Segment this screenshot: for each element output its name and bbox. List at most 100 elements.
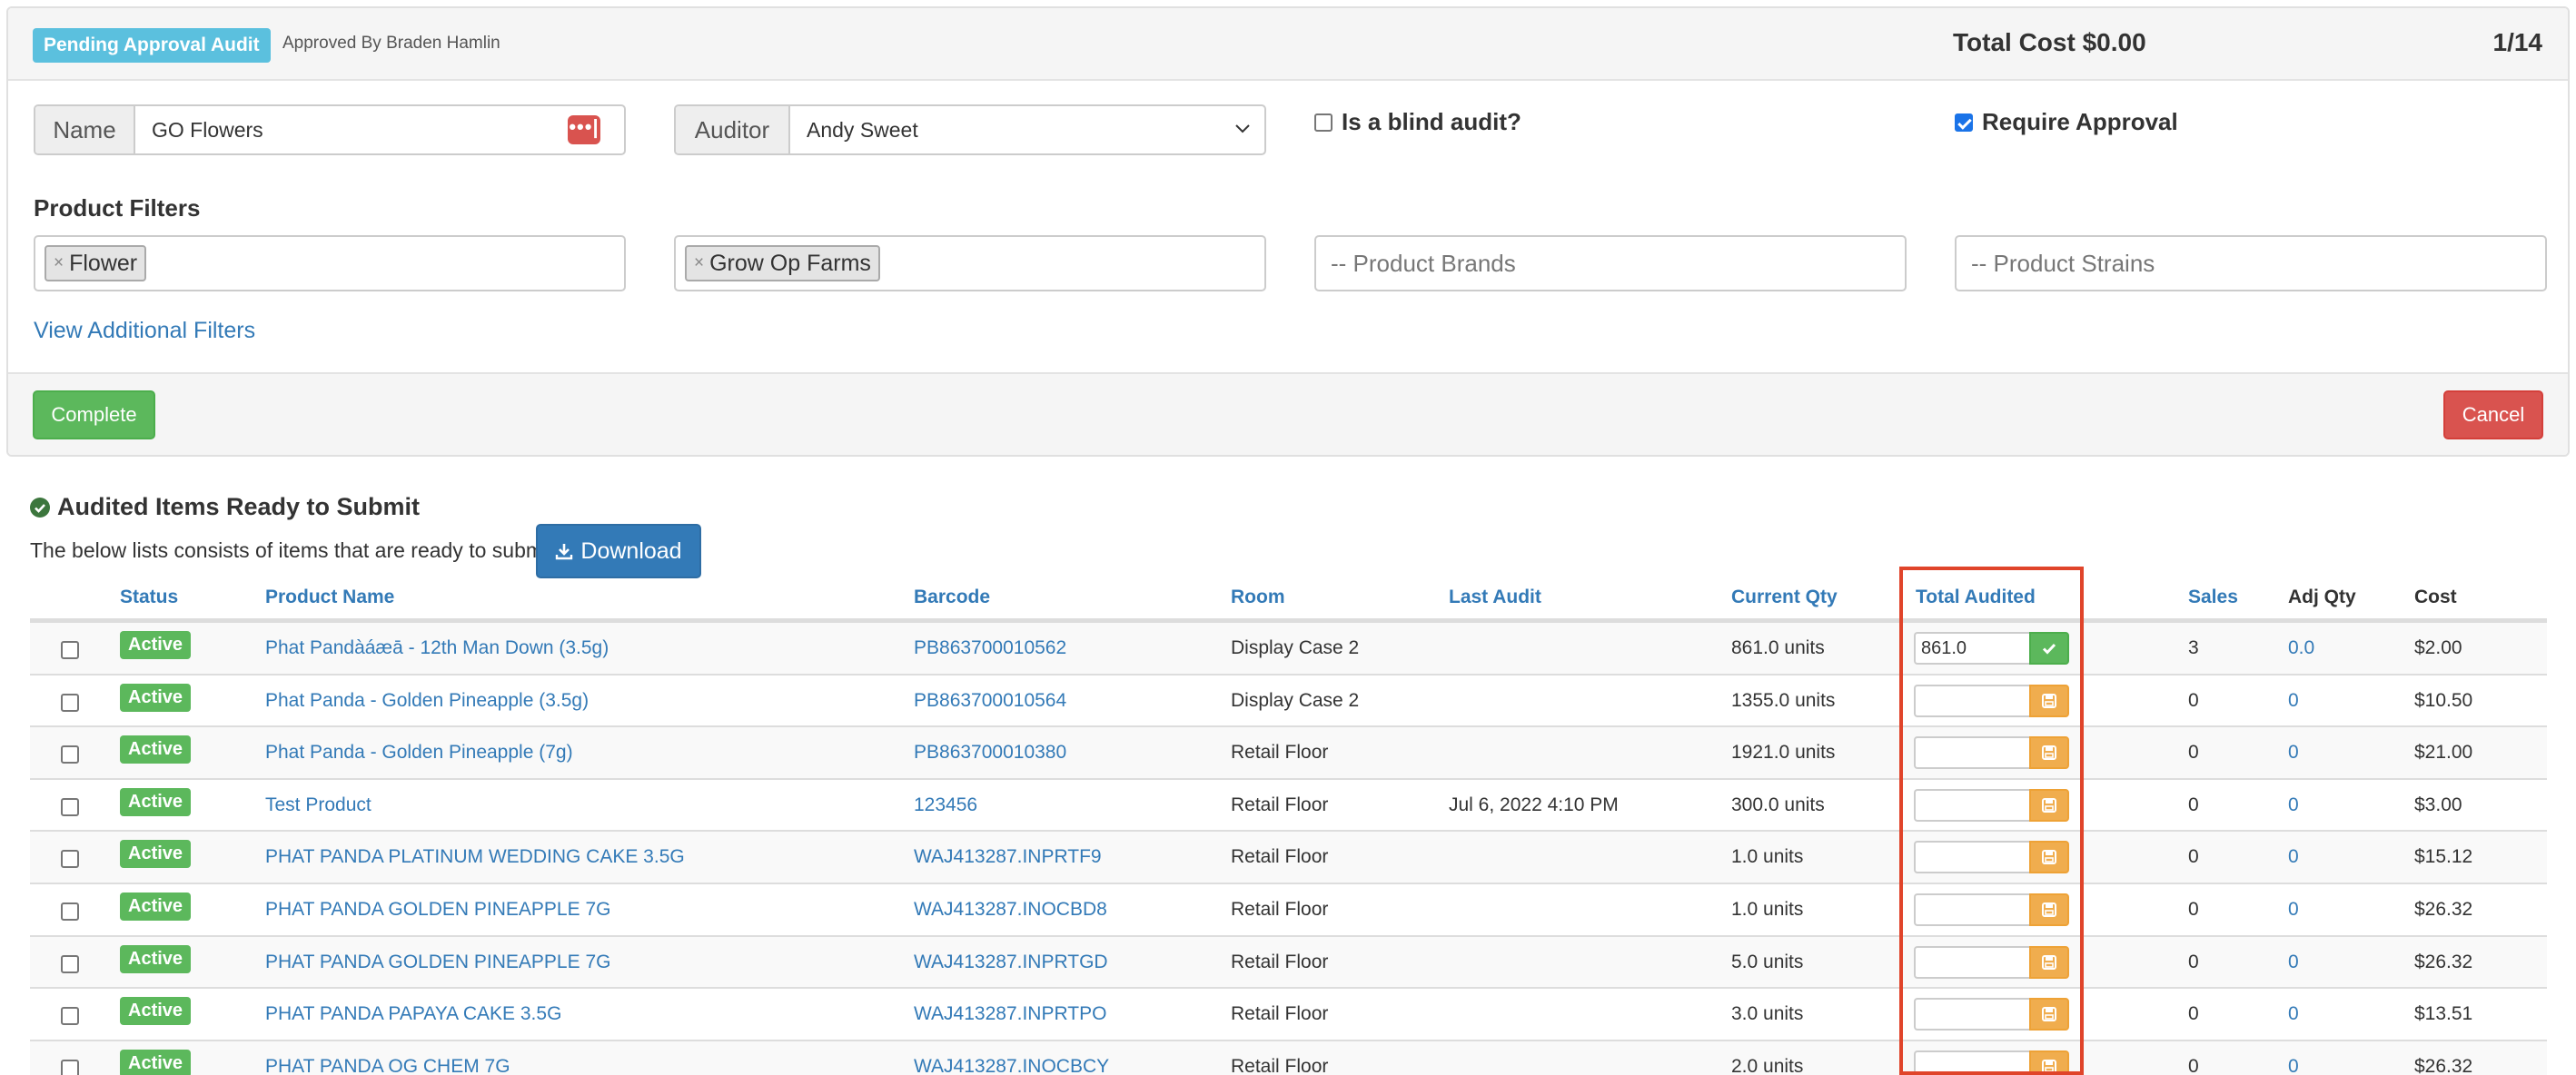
name-input[interactable]: GO Flowers •••| (135, 106, 624, 153)
adj-qty-link[interactable]: 0 (2288, 742, 2299, 764)
barcode-link[interactable]: PB863700010564 (914, 690, 1066, 712)
room-cell: Display Case 2 (1231, 689, 1360, 711)
column-current-qty[interactable]: Current Qty (1731, 587, 1838, 608)
product-name-link[interactable]: PHAT PANDA PAPAYA CAKE 3.5G (265, 1003, 561, 1025)
table-row: Active Phat Pandàáæā - 12th Man Down (3.5… (30, 621, 2547, 674)
save-icon (2042, 693, 2056, 708)
adj-qty-link[interactable]: 0 (2288, 794, 2299, 816)
password-manager-icon[interactable]: •••| (568, 115, 600, 144)
room-cell: Retail Floor (1231, 899, 1329, 920)
product-name-link[interactable]: PHAT PANDA GOLDEN PINEAPPLE 7G (265, 952, 610, 973)
adj-qty-link[interactable]: 0 (2288, 1003, 2299, 1025)
barcode-link[interactable]: WAJ413287.INOCBD8 (914, 899, 1107, 921)
save-audit-button[interactable] (2029, 1050, 2069, 1075)
barcode-link[interactable]: 123456 (914, 794, 977, 816)
barcode-link[interactable]: PB863700010380 (914, 742, 1066, 764)
save-audit-button[interactable] (2029, 893, 2069, 926)
column-sales[interactable]: Sales (2188, 587, 2238, 608)
save-icon (2042, 745, 2056, 761)
total-audited-input[interactable] (1914, 736, 2030, 770)
total-audited-input[interactable] (1914, 841, 2030, 874)
row-select-checkbox[interactable] (61, 693, 79, 712)
total-audited-input[interactable] (1914, 684, 2030, 717)
table-row: Active Test Product 123456 Retail Floor Jul … (30, 777, 2547, 831)
save-icon (2042, 797, 2056, 813)
filter-tag-category: × Flower (45, 245, 147, 281)
room-cell: Retail Floor (1231, 1055, 1329, 1075)
product-name-link[interactable]: Phat Panda - Golden Pineapple (7g) (265, 742, 573, 764)
barcode-link[interactable]: WAJ413287.INPRTPO (914, 1003, 1106, 1025)
product-name-link[interactable]: PHAT PANDA OG CHEM 7G (265, 1056, 510, 1075)
check-icon (2042, 643, 2056, 655)
items-table-header: Status Product Name Barcode Room Last Au… (30, 581, 2547, 621)
view-additional-filters-link[interactable]: View Additional Filters (34, 318, 255, 344)
column-room[interactable]: Room (1231, 587, 1285, 608)
room-cell: Retail Floor (1231, 794, 1329, 815)
barcode-link[interactable]: WAJ413287.INPRTGD (914, 952, 1108, 973)
column-last-audit[interactable]: Last Audit (1449, 587, 1541, 608)
blind-audit-text: Is a blind audit? (1342, 108, 1521, 135)
row-select-checkbox[interactable] (61, 1007, 79, 1026)
save-audit-button[interactable] (2029, 945, 2069, 979)
strains-filter[interactable]: -- Product Strains (1955, 235, 2547, 291)
barcode-link[interactable]: PB863700010562 (914, 637, 1066, 659)
product-name-link[interactable]: Phat Pandàáæā - 12th Man Down (3.5g) (265, 637, 609, 659)
total-audited-input[interactable] (1914, 788, 2030, 822)
adj-qty-link[interactable]: 0 (2288, 1056, 2299, 1075)
status-badge: Active (120, 997, 192, 1026)
brands-filter[interactable]: -- Product Brands (1314, 235, 1907, 291)
status-badge: Active (120, 893, 192, 921)
save-audit-button[interactable] (2029, 841, 2069, 874)
product-name-link[interactable]: Phat Panda - Golden Pineapple (3.5g) (265, 690, 589, 712)
barcode-link[interactable]: WAJ413287.INOCBCY (914, 1056, 1109, 1075)
complete-button[interactable]: Complete (33, 390, 155, 439)
row-select-checkbox[interactable] (61, 1059, 79, 1075)
status-badge: Pending Approval Audit (33, 28, 271, 63)
product-name-link[interactable]: PHAT PANDA GOLDEN PINEAPPLE 7G (265, 899, 610, 921)
cancel-button[interactable]: Cancel (2443, 390, 2543, 439)
column-total-audited[interactable]: Total Audited (1916, 587, 2036, 608)
total-audited-input[interactable]: 861.0 (1914, 632, 2030, 665)
save-audit-button[interactable] (2029, 998, 2069, 1031)
cost-cell: $3.00 (2414, 794, 2462, 815)
column-barcode[interactable]: Barcode (914, 587, 990, 608)
remove-tag-icon[interactable]: × (694, 253, 704, 273)
row-select-checkbox[interactable] (61, 641, 79, 659)
save-audit-button[interactable] (2029, 684, 2069, 717)
adj-qty-link[interactable]: 0 (2288, 846, 2299, 868)
total-audited-input[interactable] (1914, 998, 2030, 1031)
product-name-link[interactable]: PHAT PANDA PLATINUM WEDDING CAKE 3.5G (265, 846, 685, 868)
column-status[interactable]: Status (120, 587, 178, 608)
column-product-name[interactable]: Product Name (265, 587, 394, 608)
save-audit-button[interactable] (2029, 788, 2069, 822)
adj-qty-link[interactable]: 0 (2288, 690, 2299, 712)
product-name-link[interactable]: Test Product (265, 794, 372, 816)
adj-qty-link[interactable]: 0.0 (2288, 637, 2314, 659)
sales-cell: 0 (2188, 689, 2199, 711)
remove-tag-icon[interactable]: × (54, 253, 64, 273)
confirm-audit-button[interactable] (2029, 632, 2069, 665)
total-audited-input[interactable] (1914, 1050, 2030, 1075)
filter-tag-label: Flower (69, 250, 138, 276)
audited-items-description: The below lists consists of items that a… (30, 538, 560, 562)
download-button[interactable]: Download (536, 524, 701, 578)
total-audited-input[interactable] (1914, 945, 2030, 979)
barcode-link[interactable]: WAJ413287.INPRTF9 (914, 846, 1102, 868)
row-select-checkbox[interactable] (61, 850, 79, 869)
category-filter[interactable]: × Flower (34, 235, 626, 291)
row-select-checkbox[interactable] (61, 954, 79, 973)
cost-cell: $26.32 (2414, 899, 2473, 920)
vendor-filter[interactable]: × Grow Op Farms (674, 235, 1266, 291)
require-approval-checkbox[interactable] (1955, 113, 1973, 132)
adj-qty-link[interactable]: 0 (2288, 899, 2299, 921)
auditor-select[interactable]: Andy Sweet (790, 106, 1264, 153)
blind-audit-checkbox[interactable] (1314, 113, 1333, 132)
column-cost: Cost (2414, 587, 2457, 607)
adj-qty-link[interactable]: 0 (2288, 952, 2299, 973)
row-select-checkbox[interactable] (61, 797, 79, 816)
room-cell: Display Case 2 (1231, 637, 1360, 658)
row-select-checkbox[interactable] (61, 745, 79, 764)
save-audit-button[interactable] (2029, 736, 2069, 770)
total-audited-input[interactable] (1914, 893, 2030, 926)
row-select-checkbox[interactable] (61, 902, 79, 921)
